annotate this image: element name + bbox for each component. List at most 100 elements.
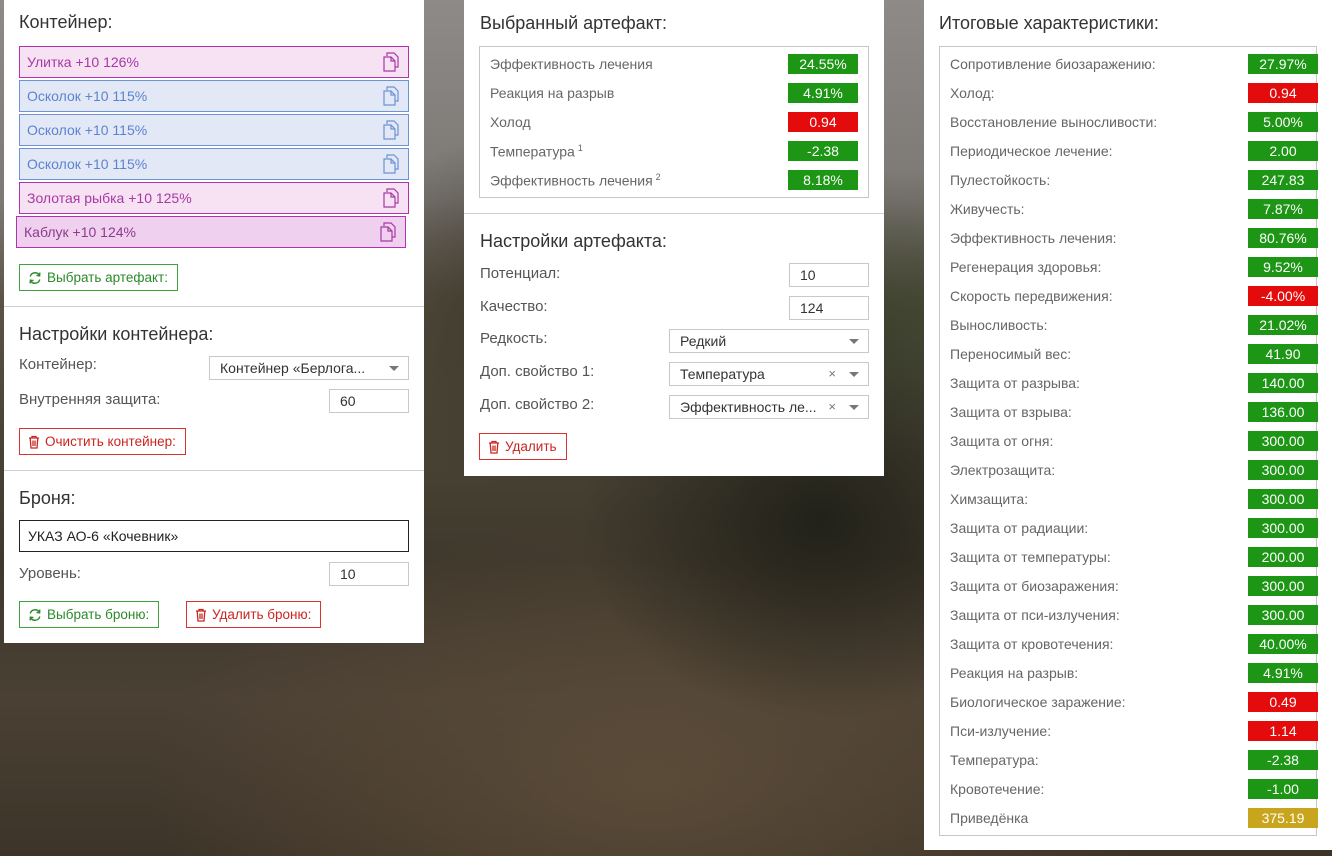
totals-panel: Итоговые характеристики: Сопротивление б…	[924, 0, 1332, 850]
copy-icon[interactable]	[382, 52, 400, 72]
stat-value-badge: 9.52%	[1248, 257, 1318, 277]
extra-property-1-label: Доп. свойство 1:	[480, 363, 595, 380]
clear-icon[interactable]: ×	[828, 363, 836, 385]
stat-value-badge: 140.00	[1248, 373, 1318, 393]
stat-name-text: Защита от огня:	[950, 433, 1054, 449]
container-select-value: Контейнер «Берлога...	[220, 360, 366, 376]
stat-name-text: Защита от радиации:	[950, 520, 1089, 536]
stat-row: Защита от разрыва: 140.00	[940, 370, 1318, 399]
stat-name: Температура 1	[490, 143, 583, 160]
stat-name-text: Скорость передвижения:	[950, 288, 1113, 304]
totals-title: Итоговые характеристики:	[939, 13, 1159, 33]
stat-row: Эффективность лечения 2 8.18%	[480, 167, 868, 196]
stat-row: Скорость передвижения: -4.00%	[940, 283, 1318, 312]
select-artifact-button[interactable]: Выбрать артефакт:	[19, 264, 178, 291]
stat-name: Выносливость:	[950, 317, 1048, 333]
stat-value-badge: 300.00	[1248, 431, 1318, 451]
inner-protection-input[interactable]: 60	[329, 389, 409, 413]
stat-value-badge: 2.00	[1248, 141, 1318, 161]
extra-property-1-value: Температура	[680, 366, 765, 382]
stat-name-text: Защита от кровотечения:	[950, 636, 1114, 652]
delete-artifact-button[interactable]: Удалить	[479, 433, 567, 460]
artifact-settings-title: Настройки артефакта:	[480, 231, 667, 251]
select-armor-button[interactable]: Выбрать броню:	[19, 601, 160, 628]
stat-name-text: Температура:	[950, 752, 1039, 768]
copy-icon[interactable]	[382, 154, 400, 174]
stat-value-badge: 5.00%	[1248, 112, 1318, 132]
stat-row: Реакция на разрыв: 4.91%	[940, 660, 1318, 689]
artifact-panel: Выбранный артефакт: Эффективность лечени…	[464, 0, 884, 476]
stat-name: Реакция на разрыв	[490, 85, 614, 101]
artifact-slot[interactable]: Осколок +10 115%	[19, 148, 409, 180]
stat-name-text: Сопротивление биозаражению:	[950, 56, 1156, 72]
stat-row: Сопротивление биозаражению: 27.97%	[940, 51, 1318, 80]
rarity-select-value: Редкий	[680, 333, 727, 349]
delete-armor-button[interactable]: Удалить броню:	[186, 601, 322, 628]
stat-name: Пси-излучение:	[950, 723, 1051, 739]
stat-row: Защита от огня: 300.00	[940, 428, 1318, 457]
container-select[interactable]: Контейнер «Берлога...	[209, 356, 409, 380]
container-label: Контейнер:	[19, 356, 97, 373]
stat-row: Защита от биозаражения: 300.00	[940, 573, 1318, 602]
stat-row: Восстановление выносливости: 5.00%	[940, 109, 1318, 138]
armor-name-field[interactable]: УКАЗ АО-6 «Кочевник»	[19, 520, 409, 552]
trash-icon	[29, 435, 39, 449]
copy-icon[interactable]	[382, 120, 400, 140]
stat-value-badge: 24.55%	[788, 54, 858, 74]
stat-row: Эффективность лечения: 80.76%	[940, 225, 1318, 254]
container-panel: Контейнер: Улитка +10 126% Осколок +10 11…	[4, 0, 424, 643]
stat-name: Приведёнка	[950, 810, 1028, 826]
extra-property-2-select[interactable]: Эффективность ле... ×	[669, 395, 869, 419]
stat-name-text: Эффективность лечения	[490, 172, 653, 189]
potential-input[interactable]: 10	[789, 263, 869, 287]
clear-icon[interactable]: ×	[828, 396, 836, 418]
artifact-slot[interactable]: Каблук +10 124%	[16, 216, 406, 248]
stat-name: Защита от биозаражения:	[950, 578, 1119, 594]
copy-icon[interactable]	[382, 188, 400, 208]
stat-value-badge: 21.02%	[1248, 315, 1318, 335]
refresh-icon	[29, 271, 41, 284]
stat-row: Биологическое заражение: 0.49	[940, 689, 1318, 718]
stat-row: Защита от радиации: 300.00	[940, 515, 1318, 544]
stat-name: Защита от радиации:	[950, 520, 1088, 536]
clear-container-label: Очистить контейнер:	[45, 434, 176, 449]
rarity-select[interactable]: Редкий	[669, 329, 869, 353]
stat-name: Эффективность лечения 2	[490, 172, 661, 189]
artifact-slot[interactable]: Осколок +10 115%	[19, 114, 409, 146]
stat-value-badge: 7.87%	[1248, 199, 1318, 219]
divider	[4, 470, 424, 471]
copy-icon[interactable]	[379, 222, 397, 242]
stat-value-badge: 300.00	[1248, 605, 1318, 625]
chevron-down-icon	[849, 372, 859, 377]
quality-input[interactable]: 124	[789, 296, 869, 320]
copy-icon[interactable]	[382, 86, 400, 106]
stat-name: Защита от взрыва:	[950, 404, 1072, 420]
potential-label: Потенциал:	[480, 265, 561, 282]
stat-name-text: Защита от разрыва:	[950, 375, 1080, 391]
stat-value-badge: 375.19	[1248, 808, 1318, 828]
stat-name: Химзащита:	[950, 491, 1028, 507]
stat-name-text: Эффективность лечения:	[950, 230, 1117, 246]
stat-row: Защита от пси-излучения: 300.00	[940, 602, 1318, 631]
armor-level-input[interactable]: 10	[329, 562, 409, 586]
stat-name-text: Выносливость:	[950, 317, 1048, 333]
artifact-slot[interactable]: Золотая рыбка +10 125%	[19, 182, 409, 214]
divider	[4, 306, 424, 307]
stat-name-text: Периодическое лечение:	[950, 143, 1113, 159]
delete-artifact-label: Удалить	[505, 439, 557, 454]
stat-name: Живучесть:	[950, 201, 1025, 217]
clear-container-button[interactable]: Очистить контейнер:	[19, 428, 186, 455]
stat-value-badge: 300.00	[1248, 489, 1318, 509]
stat-row: Температура: -2.38	[940, 747, 1318, 776]
stat-name-text: Защита от пси-излучения:	[950, 607, 1120, 623]
artifact-slot[interactable]: Осколок +10 115%	[19, 80, 409, 112]
stat-row: Регенерация здоровья: 9.52%	[940, 254, 1318, 283]
stat-value-badge: -4.00%	[1248, 286, 1318, 306]
stat-row: Переносимый вес: 41.90	[940, 341, 1318, 370]
stat-name: Восстановление выносливости:	[950, 114, 1157, 130]
stat-row: Выносливость: 21.02%	[940, 312, 1318, 341]
stat-name: Защита от кровотечения:	[950, 636, 1113, 652]
extra-property-1-select[interactable]: Температура ×	[669, 362, 869, 386]
artifact-slot[interactable]: Улитка +10 126%	[19, 46, 409, 78]
artifact-slot-label: Золотая рыбка +10 125%	[27, 190, 192, 206]
